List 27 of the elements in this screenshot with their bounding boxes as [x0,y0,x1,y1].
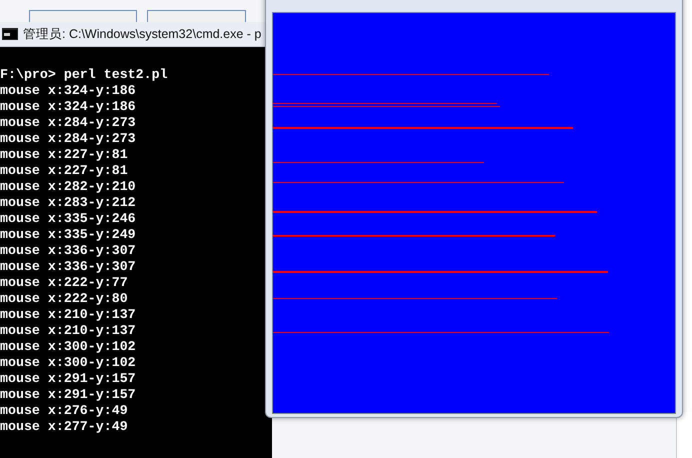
console-line: mouse x:227-y:81 [0,163,129,179]
console-line: mouse x:291-y:157 [0,371,137,387]
window-title: 管理员: C:\Windows\system32\cmd.exe - p [23,26,262,42]
console-line: mouse x:276-y:49 [0,403,129,419]
console-line: mouse x:335-y:249 [0,227,137,243]
console-line: mouse x:324-y:186 [0,83,137,99]
console-line: mouse x:336-y:307 [0,243,137,259]
console-icon [2,28,18,40]
console-line: mouse x:284-y:273 [0,131,137,147]
console-line: mouse x:283-y:212 [0,195,137,211]
background-button[interactable] [147,10,246,22]
console-line: mouse x:300-y:102 [0,355,137,371]
console-line: mouse x:222-y:80 [0,291,129,307]
console-line: mouse x:227-y:81 [0,147,129,163]
console-line: mouse x:210-y:137 [0,323,137,339]
console-line: mouse x:291-y:157 [0,387,137,403]
console-line: mouse x:210-y:137 [0,307,137,323]
console-line: mouse x:282-y:210 [0,179,137,195]
console-line: mouse x:300-y:102 [0,339,137,355]
console-line: mouse x:324-y:186 [0,99,137,115]
console-line: F:\pro> perl test2.pl [0,67,169,83]
console-line: mouse x:284-y:273 [0,115,137,131]
console-line: mouse x:277-y:49 [0,419,129,435]
console-line: mouse x:335-y:246 [0,211,137,227]
console-line: mouse x:222-y:77 [0,275,129,291]
console-line: mouse x:336-y:307 [0,259,137,275]
background-button[interactable] [29,10,137,22]
